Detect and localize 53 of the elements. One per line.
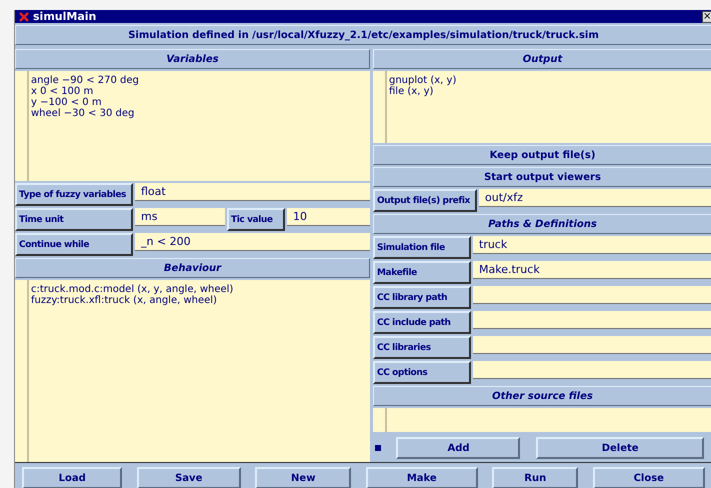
text-line: y −100 < 0 m [31, 97, 103, 108]
x-logo-icon [19, 12, 29, 22]
field-label-button[interactable]: CC libraries [373, 336, 471, 359]
action-button[interactable]: Make [366, 467, 478, 488]
field-label-button[interactable]: Makefile [373, 261, 471, 284]
close-button[interactable]: × [702, 10, 711, 22]
section-header: Behaviour [15, 258, 370, 278]
text-line: fuzzy:truck.xfl:truck (x, angle, wheel) [31, 295, 218, 306]
action-button[interactable]: Load [22, 467, 122, 488]
toggle-button[interactable]: Start output viewers [373, 167, 711, 187]
field-label-button[interactable]: Tic value [227, 208, 285, 231]
list-button[interactable]: Add [396, 437, 520, 459]
text-line: gnuplot (x, y) [389, 75, 458, 86]
action-button[interactable]: Save [136, 467, 241, 488]
text-area[interactable]: c:truck.mod.c:model (x, y, angle, wheel) fuzzy:truck.xfl:truck (x, angle, wheel) [15, 280, 370, 462]
toggle-button[interactable]: Keep output file(s) [373, 145, 711, 165]
field-label-button[interactable]: Simulation file [373, 236, 471, 259]
action-button[interactable]: Run [492, 467, 578, 488]
section-header: Paths & Definitions [373, 214, 711, 234]
action-button[interactable]: New [255, 467, 352, 488]
input-field[interactable] [473, 286, 711, 304]
text-line: wheel −30 < 30 deg [31, 108, 136, 119]
text-line: file (x, y) [389, 86, 434, 97]
action-button[interactable]: Close [592, 467, 705, 488]
text-line: x 0 < 100 m [31, 86, 94, 97]
input-field[interactable] [473, 361, 711, 379]
text-area[interactable]: gnuplot (x, y) file (x, y) [373, 71, 711, 143]
input-field[interactable]: out/xfz [479, 189, 711, 207]
input-field[interactable]: _n < 200 [135, 233, 370, 251]
text-line: c:truck.mod.c:model (x, y, angle, wheel) [31, 284, 234, 295]
input-field[interactable]: ms [135, 208, 225, 226]
list-button[interactable]: Delete [536, 437, 704, 459]
text-line: angle −90 < 270 deg [31, 75, 140, 86]
field-label-button[interactable]: Type of fuzzy variables [15, 183, 133, 206]
file-path-header: Simulation defined in /usr/local/Xfuzzy_2.1/etc/examples/simulation/truck/truck.sim [15, 25, 711, 45]
field-label-button[interactable]: CC include path [373, 311, 471, 334]
input-field[interactable] [473, 311, 711, 329]
section-header: Other source files [373, 386, 711, 406]
text-area[interactable]: angle −90 < 270 deg x 0 < 100 m y −100 < 0 m wheel −30 < 30 deg [15, 71, 370, 181]
input-field[interactable] [473, 336, 711, 354]
section-header: Output [373, 49, 711, 69]
input-field[interactable]: Make.truck [473, 261, 711, 279]
window-title: simulMain [33, 10, 98, 23]
input-field[interactable]: float [135, 183, 370, 201]
input-field[interactable]: truck [473, 236, 711, 254]
field-label-button[interactable]: Output file(s) prefix [373, 189, 477, 212]
field-label-button[interactable]: CC options [373, 361, 471, 384]
field-label-button[interactable]: Continue while [15, 233, 133, 256]
field-label-button[interactable]: Time unit [15, 208, 133, 231]
section-header: Variables [15, 49, 370, 69]
marker-icon [374, 445, 381, 451]
input-field[interactable]: 10 [287, 208, 370, 226]
field-label-button[interactable]: CC library path [373, 286, 471, 309]
